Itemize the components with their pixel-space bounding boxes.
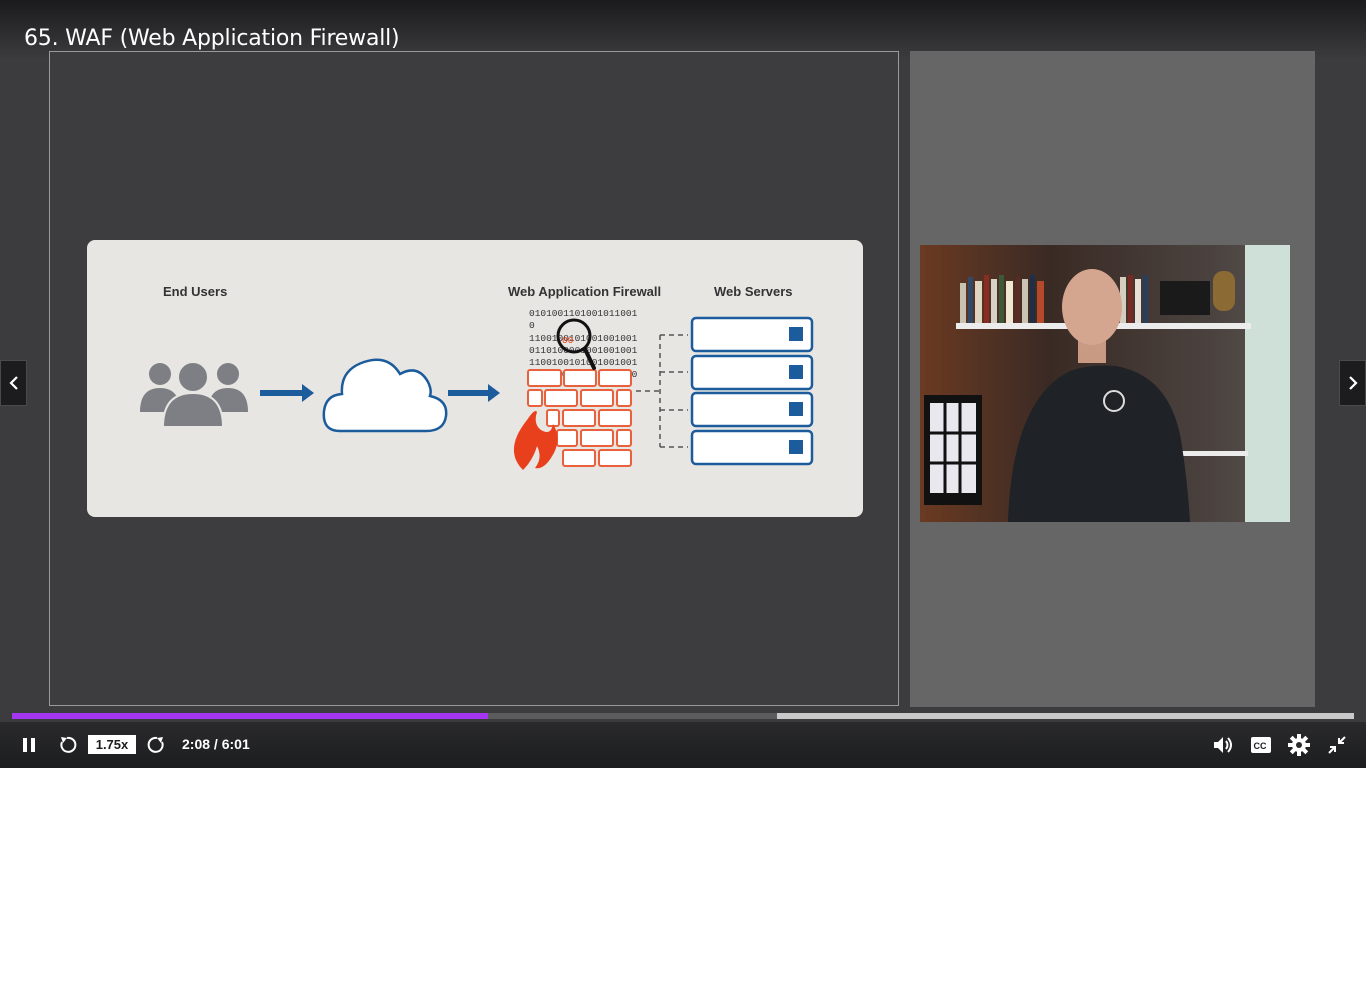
binary-line: 0110100001001001001 [529,344,638,356]
pause-icon [23,738,35,752]
previous-lecture-button[interactable] [0,360,27,406]
captions-icon: CC [1251,737,1271,753]
progress-bar[interactable] [12,713,1354,719]
volume-icon [1214,737,1232,753]
exit-fullscreen-button[interactable] [1326,734,1348,756]
next-lecture-button[interactable] [1339,360,1366,406]
time-display: 2:08 / 6:01 [182,736,250,752]
binary-line: 1100100101001001001 [529,332,638,344]
forward-5-icon [147,736,164,753]
volume-button[interactable] [1211,734,1235,756]
rewind-5-icon [60,736,77,753]
forward-button[interactable] [146,734,168,756]
time-separator: / [210,736,222,752]
lecture-title: 65. WAF (Web Application Firewall) [24,26,400,51]
shoji-lamp [924,395,982,505]
settings-button[interactable] [1287,733,1311,757]
binary-line: 1100100101001001001 [529,357,638,369]
binary-data-text: 0101001101001011001 0 110010010100100100… [529,308,639,382]
svg-text:CC: CC [1254,741,1267,751]
rewind-button[interactable] [56,734,78,756]
waf-diagram [87,240,863,517]
pause-button[interactable] [18,735,40,755]
gear-icon [1288,734,1310,756]
exit-fullscreen-icon [1328,736,1346,754]
duration: 6:01 [221,736,250,752]
current-time: 2:08 [182,736,211,752]
web-servers-label: Web Servers [714,284,793,299]
binary-line: 1100100101010100100 [529,369,638,381]
end-users-label: End Users [163,284,228,299]
video-player[interactable]: 65. WAF (Web Application Firewall) End U… [0,0,1366,768]
playback-rate-button[interactable]: 1.75x [88,735,136,754]
chevron-left-icon [8,376,18,390]
chevron-right-icon [1348,376,1358,390]
instructor-webcam-video [920,245,1290,522]
played-bar [12,713,489,719]
binary-line: 0101001101001011001 0 [529,308,638,332]
captions-button[interactable]: CC [1249,734,1273,756]
waf-label: Web Application Firewall [508,284,662,299]
